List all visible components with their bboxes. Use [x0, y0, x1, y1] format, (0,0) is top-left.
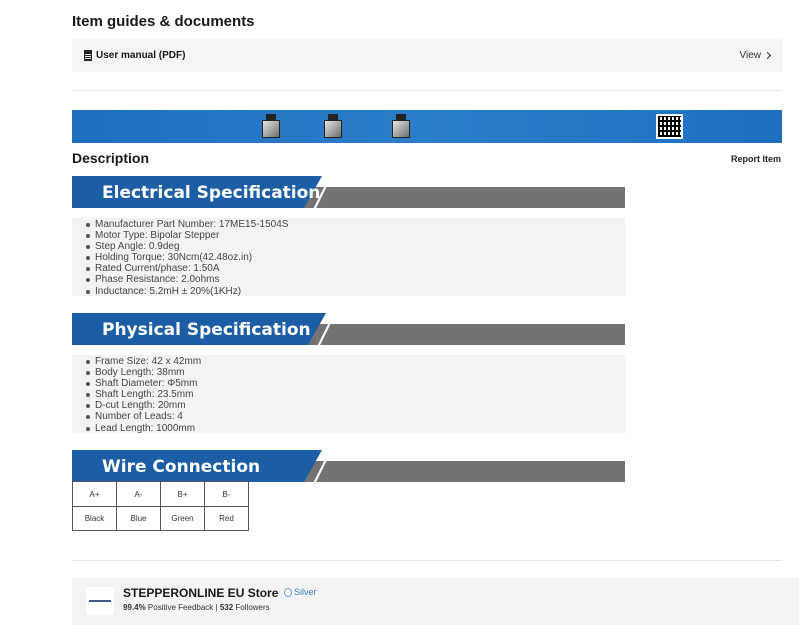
table-cell: Black: [72, 506, 117, 531]
feedback-percent: 99.4%: [123, 603, 146, 612]
view-link[interactable]: View: [739, 50, 772, 61]
table-cell: Green: [160, 506, 205, 531]
list-item: Number of Leads: 4: [86, 411, 625, 422]
store-feedback: 99.4% Positive Feedback | 532 Followers: [123, 603, 270, 612]
list-item: Phase Resistance: 2.0ohms: [86, 274, 625, 285]
divider: [72, 560, 782, 561]
electrical-spec-header: Electrical Specification: [72, 176, 625, 208]
store-name-link[interactable]: STEPPERONLINE EU Store: [123, 586, 278, 600]
badge-label: Silver: [294, 587, 317, 597]
chevron-right-icon: [763, 51, 772, 60]
wire-connection-table: A+ A- B+ B- Black Blue Green Red: [72, 481, 249, 531]
wire-connection-title: Wire Connection: [102, 457, 261, 477]
description-title: Description: [72, 150, 150, 166]
medal-icon: [284, 587, 292, 597]
electrical-spec-title: Electrical Specification: [102, 183, 321, 203]
document-icon: [84, 50, 92, 61]
list-item: D-cut Length: 20mm: [86, 400, 625, 411]
table-cell: Red: [204, 506, 249, 531]
list-item: Shaft Length: 23.5mm: [86, 389, 625, 400]
user-manual-row[interactable]: User manual (PDF) View: [72, 39, 782, 72]
wire-connection-header: Wire Connection: [72, 450, 625, 482]
report-item-link[interactable]: Report Item: [731, 154, 781, 164]
qr-code-image: [656, 114, 683, 139]
physical-spec-title: Physical Specification: [102, 320, 311, 340]
electrical-spec-list: Manufacturer Part Number: 17ME15-1504S M…: [72, 218, 625, 297]
table-header-cell: B-: [204, 481, 249, 507]
list-item: Manufacturer Part Number: 17ME15-1504S: [86, 219, 625, 230]
list-item: Lead Length: 1000mm: [86, 423, 625, 434]
list-item: Shaft Diameter: Φ5mm: [86, 378, 625, 389]
physical-spec-header: Physical Specification: [72, 313, 625, 345]
view-label: View: [739, 50, 762, 61]
list-item: Inductance: 5.2mH ± 20%(1KHz): [86, 286, 625, 297]
table-header-cell: B+: [160, 481, 205, 507]
list-item: Rated Current/phase: 1.50A: [86, 263, 625, 274]
divider: [72, 90, 782, 91]
feedback-label: Positive Feedback |: [147, 603, 218, 612]
list-item: Body Length: 38mm: [86, 367, 625, 378]
list-item: Frame Size: 42 x 42mm: [86, 356, 625, 367]
stepper-motor-image: [262, 114, 280, 138]
seller-level-badge: Silver: [284, 587, 317, 597]
guides-title: Item guides & documents: [72, 13, 255, 30]
stepper-motor-image: [392, 114, 410, 138]
table-cell: Blue: [116, 506, 161, 531]
store-logo[interactable]: [86, 587, 114, 615]
store-card: STEPPERONLINE EU Store Silver 99.4% Posi…: [72, 578, 799, 625]
followers-label: Followers: [235, 603, 270, 612]
list-item: Motor Type: Bipolar Stepper: [86, 230, 625, 241]
product-banner: [72, 110, 782, 143]
table-header-cell: A-: [116, 481, 161, 507]
physical-spec-list: Frame Size: 42 x 42mm Body Length: 38mm …: [72, 355, 625, 434]
list-item: Holding Torque: 30Ncm(42.48oz.in): [86, 252, 625, 263]
user-manual-label: User manual (PDF): [96, 50, 186, 61]
table-header-cell: A+: [72, 481, 117, 507]
stepper-motor-image: [324, 114, 342, 138]
followers-count: 532: [219, 603, 234, 612]
list-item: Step Angle: 0.9deg: [86, 241, 625, 252]
